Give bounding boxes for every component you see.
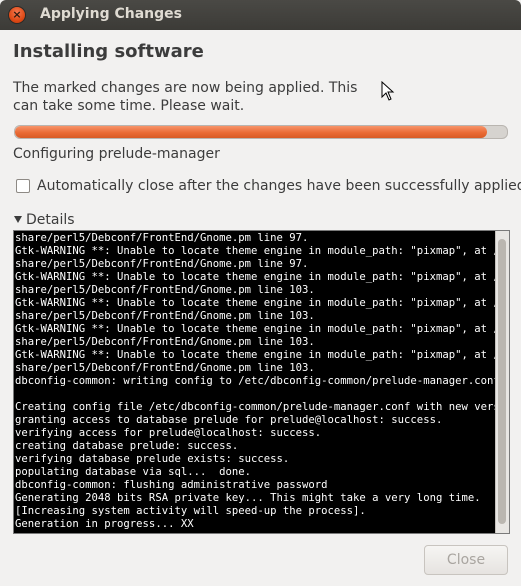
terminal-line: Creating config file /etc/dbconfig-commo… xyxy=(15,401,510,413)
terminal-line: share/perl5/Debconf/FrontEnd/Gnome.pm li… xyxy=(15,362,315,374)
terminal-line: Gtk-WARNING **: Unable to locate theme e… xyxy=(15,297,510,309)
close-window-icon[interactable]: × xyxy=(9,7,25,23)
dialog-window: × Applying Changes Installing software T… xyxy=(0,0,521,586)
terminal-scrollbar[interactable] xyxy=(495,231,509,533)
details-label: Details xyxy=(26,212,75,228)
terminal-output: share/perl5/Debconf/FrontEnd/Gnome.pm li… xyxy=(15,232,510,531)
auto-close-label[interactable]: Automatically close after the changes ha… xyxy=(37,178,521,194)
details-terminal[interactable]: share/perl5/Debconf/FrontEnd/Gnome.pm li… xyxy=(13,230,510,534)
terminal-line: share/perl5/Debconf/FrontEnd/Gnome.pm li… xyxy=(15,232,309,244)
page-title: Installing software xyxy=(13,41,204,62)
terminal-line: Gtk-WARNING **: Unable to locate theme e… xyxy=(15,245,510,257)
expander-triangle-icon xyxy=(14,216,22,223)
terminal-line: Generation in progress... XX xyxy=(15,518,194,530)
progress-fill xyxy=(15,126,488,138)
window-title: Applying Changes xyxy=(40,6,182,22)
terminal-line: dbconfig-common: flushing administrative… xyxy=(15,479,328,491)
mouse-cursor-icon xyxy=(381,81,395,101)
auto-close-checkbox[interactable] xyxy=(16,179,30,193)
terminal-line: Gtk-WARNING **: Unable to locate theme e… xyxy=(15,349,510,361)
terminal-line: share/perl5/Debconf/FrontEnd/Gnome.pm li… xyxy=(15,284,315,296)
terminal-line: share/perl5/Debconf/FrontEnd/Gnome.pm li… xyxy=(15,310,315,322)
terminal-line: share/perl5/Debconf/FrontEnd/Gnome.pm li… xyxy=(15,258,309,270)
terminal-line: Gtk-WARNING **: Unable to locate theme e… xyxy=(15,271,510,283)
title-bar[interactable]: × Applying Changes xyxy=(0,0,521,30)
terminal-line: verifying access for prelude@localhost: … xyxy=(15,427,322,439)
terminal-line: verifying database prelude exists: succe… xyxy=(15,453,290,465)
terminal-line: share/perl5/Debconf/FrontEnd/Gnome.pm li… xyxy=(15,336,315,348)
close-button[interactable]: Close xyxy=(424,545,508,575)
terminal-line: granting access to database prelude for … xyxy=(15,414,443,426)
details-expander[interactable]: Details xyxy=(14,212,75,228)
terminal-line: Gtk-WARNING **: Unable to locate theme e… xyxy=(15,323,510,335)
terminal-line: Generating 2048 bits RSA private key... … xyxy=(15,492,481,504)
terminal-line: [Increasing system activity will speed-u… xyxy=(15,505,366,517)
status-text: Configuring prelude-manager xyxy=(13,146,220,162)
terminal-line: dbconfig-common: writing config to /etc/… xyxy=(15,375,500,387)
terminal-line: populating database via sql... done. xyxy=(15,466,251,478)
progress-bar xyxy=(14,125,508,139)
terminal-line: creating database prelude: success. xyxy=(15,440,239,452)
description-text: The marked changes are now being applied… xyxy=(13,80,358,114)
scrollbar-thumb[interactable] xyxy=(498,239,506,524)
